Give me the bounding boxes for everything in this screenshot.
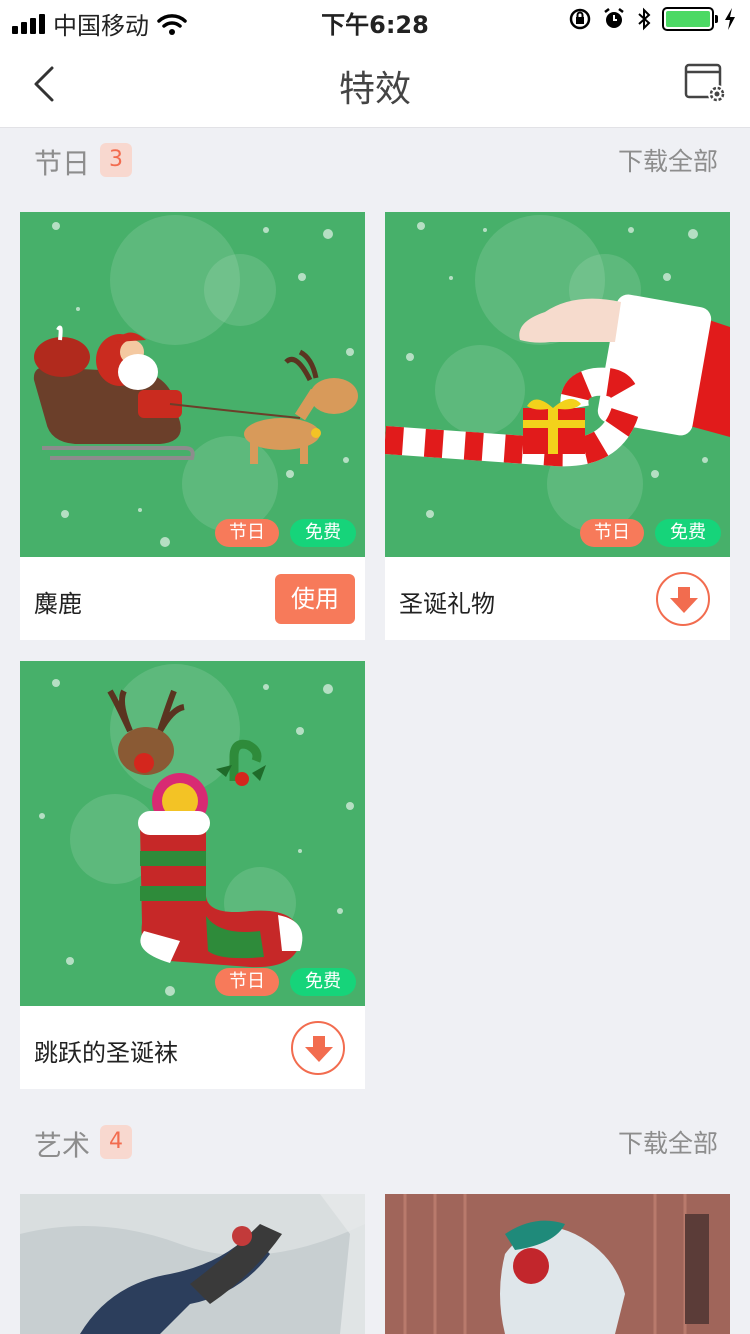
section-count-badge: 4 [100,1125,132,1159]
effect-settings-button[interactable] [684,62,730,106]
section-header-art: 艺术 4 下载全部 [0,1112,750,1172]
reindeer-sleigh-illustration [33,215,358,547]
effect-name: 圣诞礼物 [399,590,495,618]
effect-card-christmas-gift[interactable]: 节日 免费 圣诞礼物 [385,212,730,640]
tag-free: 免费 [290,968,356,996]
tag-holiday: 节日 [215,519,279,547]
tag-free: 免费 [290,519,356,547]
download-arrow-icon [305,1036,333,1062]
effect-card-art-1[interactable] [20,1194,365,1334]
effect-card-christmas-stocking[interactable]: 节日 免费 跳跃的圣诞袜 [20,661,365,1089]
section-title: 节日 [34,147,91,180]
section-title: 艺术 [34,1129,91,1162]
effect-name: 麋鹿 [34,590,82,618]
download-all-button[interactable]: 下载全部 [618,142,718,178]
effect-thumbnail: 节日 免费 [385,212,730,557]
page-title: 特效 [338,69,411,110]
candy-cane-gift-illustration [385,215,730,532]
status-bar: 中国移动 下午6:28 [0,0,750,40]
tag-free: 免费 [655,519,721,547]
nav-bar: 特效 [0,40,750,128]
art-thumbnail [20,1194,365,1334]
battery-icon [662,7,718,31]
effect-card-art-2[interactable] [385,1194,730,1334]
bluetooth-icon [638,7,651,31]
effect-card-reindeer[interactable]: 节日 免费 麋鹿 使用 [20,212,365,640]
rotation-lock-icon [569,8,591,30]
section-count-badge: 3 [100,143,132,177]
tag-holiday: 节日 [580,519,644,547]
download-button[interactable] [656,572,710,626]
art-thumbnail [385,1194,730,1334]
effect-thumbnail: 节日 免费 [20,661,365,1006]
alarm-icon [604,8,624,28]
section-header-holiday: 节日 3 下载全部 [0,130,750,190]
status-right [568,7,736,31]
charging-icon [725,8,735,30]
tag-holiday: 节日 [215,968,279,996]
download-button[interactable] [291,1021,345,1075]
download-all-button[interactable]: 下载全部 [618,1124,718,1160]
window-gear-icon [684,63,726,103]
effect-thumbnail: 节日 免费 [20,212,365,557]
use-button[interactable]: 使用 [275,574,355,624]
download-arrow-icon [670,587,698,613]
effect-name: 跳跃的圣诞袜 [34,1039,178,1067]
stocking-illustration [39,664,354,996]
